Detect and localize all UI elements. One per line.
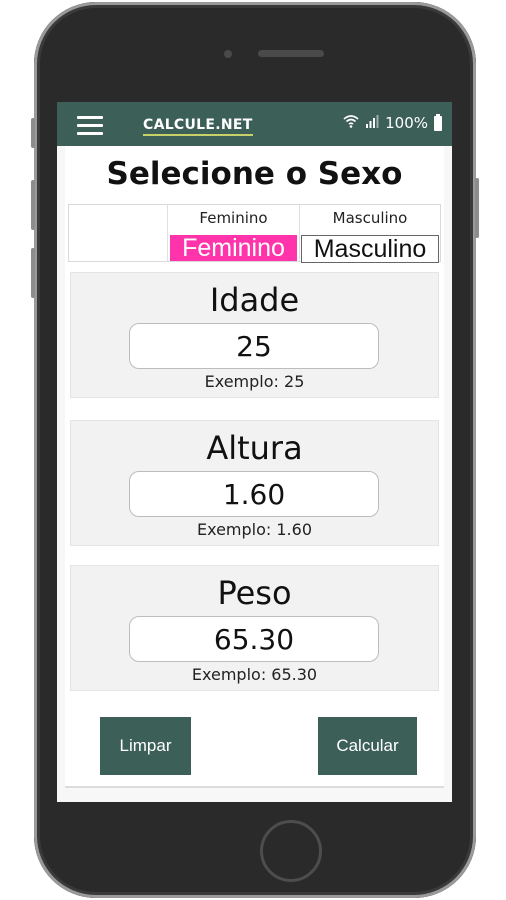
app-title[interactable]: CALCULE.NET <box>143 117 253 136</box>
male-button[interactable]: Masculino <box>301 235 439 263</box>
content-bottom-divider <box>65 786 444 788</box>
status-bar: 100% <box>343 113 442 132</box>
main-content: Selecione o Sexo Feminino Feminino Mascu… <box>65 146 444 786</box>
battery-percent: 100% <box>385 114 428 132</box>
clear-button[interactable]: Limpar <box>100 717 191 775</box>
age-hint: Exemplo: 25 <box>204 372 305 391</box>
weight-label: Peso <box>217 574 292 612</box>
menu-icon[interactable] <box>77 116 103 135</box>
female-option: Feminino Feminino <box>167 205 299 261</box>
weight-card: Peso Exemplo: 65.30 <box>70 565 439 691</box>
wifi-icon <box>343 114 359 132</box>
male-option: Masculino Masculino <box>299 205 440 263</box>
page-title: Selecione o Sexo <box>106 156 403 192</box>
volume-down-button <box>31 248 35 298</box>
weight-input[interactable] <box>129 616 379 662</box>
female-label: Feminino <box>199 209 268 227</box>
age-input[interactable] <box>129 323 379 369</box>
power-button <box>475 178 479 238</box>
height-card: Altura Exemplo: 1.60 <box>70 420 439 546</box>
mute-switch <box>31 118 35 148</box>
age-label: Idade <box>209 281 300 319</box>
home-button[interactable] <box>260 820 322 882</box>
calculate-button[interactable]: Calcular <box>318 717 417 775</box>
earpiece-speaker <box>258 50 324 57</box>
male-label: Masculino <box>332 209 408 227</box>
sex-selector: Feminino Feminino Masculino Masculino <box>68 204 441 263</box>
height-label: Altura <box>206 429 303 467</box>
female-button[interactable]: Feminino <box>170 235 297 261</box>
height-hint: Exemplo: 1.60 <box>196 520 312 539</box>
battery-icon <box>434 113 442 131</box>
height-input[interactable] <box>129 471 379 517</box>
age-card: Idade Exemplo: 25 <box>70 272 439 398</box>
front-camera <box>224 50 232 58</box>
weight-hint: Exemplo: 65.30 <box>191 665 318 684</box>
app-bar: CALCULE.NET 100% <box>57 102 452 146</box>
phone-screen: CALCULE.NET 100% Selecione o Sexo Femini… <box>57 102 452 802</box>
volume-up-button <box>31 180 35 230</box>
signal-icon <box>365 114 379 132</box>
